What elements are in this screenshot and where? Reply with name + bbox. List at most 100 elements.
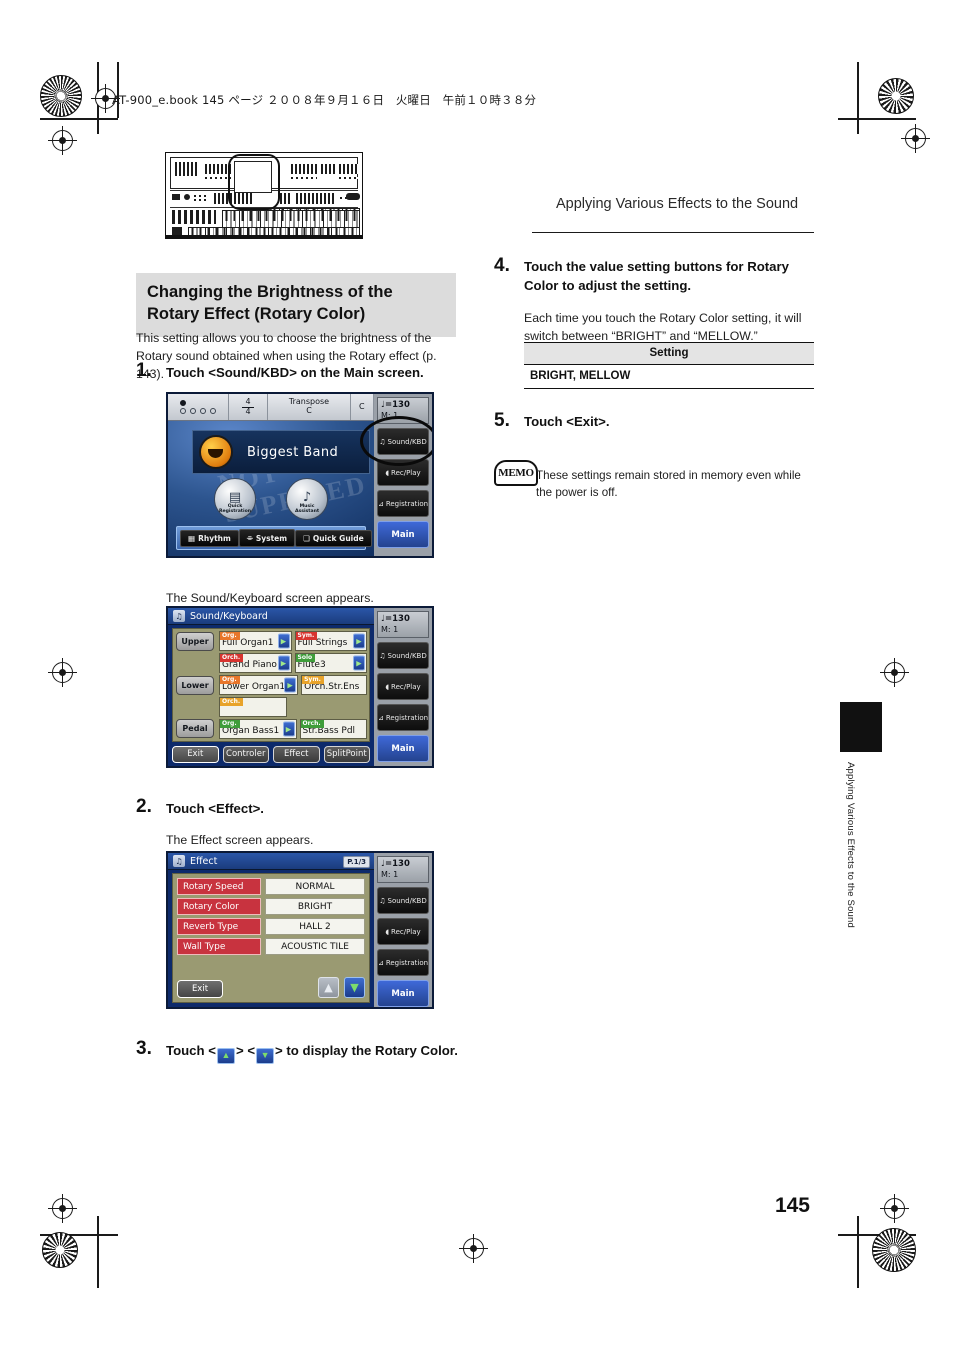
sk-exit-button[interactable]: Exit — [172, 745, 219, 763]
beat-indicator — [168, 394, 229, 420]
organ-display-highlight-ring — [228, 154, 280, 210]
effect-exit-button[interactable]: Exit — [177, 980, 223, 998]
crop-mark-top-left-h — [40, 118, 118, 120]
key-field[interactable]: C — [351, 394, 374, 420]
sound-keyboard-body: Upper Lower Pedal Org. Full Organ1 ▶ Sym… — [172, 628, 370, 742]
side-button-registration[interactable]: ⊿ Registration — [377, 490, 429, 517]
crop-mark-top-right-h — [838, 118, 916, 120]
tone-next-arrow-icon[interactable]: ▶ — [353, 655, 365, 671]
setting-table: Setting BRIGHT, MELLOW — [524, 342, 814, 389]
tone-cell[interactable]: Orch. Grand Piano ▶ — [219, 653, 292, 673]
tone-category: Org. — [220, 676, 240, 684]
tone-row: Org. Organ Bass1 ▶ Orch. Str.Bass Pdl — [219, 719, 367, 739]
tempo-value: ♩=130 — [381, 400, 410, 410]
tone-next-arrow-icon[interactable]: ▶ — [277, 655, 290, 671]
side-button-registration[interactable]: ⊿ Registration — [377, 949, 429, 976]
tone-cell[interactable]: Orch. Str.Bass Pdl — [299, 719, 367, 739]
effect-row-reverb-type: Reverb Type HALL 2 — [177, 918, 365, 935]
system-icon: ⌯ — [246, 533, 253, 542]
effect-parameter-list: Rotary Speed NORMAL Rotary Color BRIGHT … — [177, 878, 365, 955]
lcd-sound-keyboard-screen: ♫ Sound/Keyboard Upper Lower Pedal Org. … — [166, 606, 434, 768]
side-button-sound-kbd[interactable]: ♫ Sound/KBD — [377, 642, 429, 669]
part-button-pedal[interactable]: Pedal — [176, 719, 214, 738]
tone-category: Org. — [220, 720, 240, 728]
reg-crosshair-left-upper — [48, 126, 77, 155]
rotary-speed-value[interactable]: NORMAL — [265, 878, 365, 895]
part-button-lower[interactable]: Lower — [176, 675, 214, 695]
side-button-rec-play[interactable]: ◖ Rec/Play — [377, 918, 429, 945]
tone-cell[interactable]: Orch. — [219, 697, 287, 717]
registration-rosette-bottom-left — [42, 1232, 78, 1268]
effect-page-arrows: ▲ ▼ — [318, 977, 365, 998]
main-screen-canvas: NOT SUPPLIED 4 4 Transpose C C Big — [168, 394, 374, 556]
page-up-arrow-icon[interactable]: ▲ — [318, 977, 339, 998]
rec-play-icon: ◖ — [385, 927, 390, 936]
side-button-rec-play-label: Rec/Play — [391, 468, 421, 477]
tone-cell[interactable]: Sym. Full Strings ▶ — [294, 631, 367, 651]
inline-down-arrow-icon: ▼ — [256, 1047, 275, 1064]
tempo-display: ♩=130 M: 1 — [377, 611, 429, 638]
tempo-value: ♩=130 — [381, 859, 410, 869]
sk-controler-button[interactable]: Controler — [222, 745, 269, 763]
rhythm-button[interactable]: ▦ Rhythm — [180, 529, 239, 547]
tone-category: Solo — [295, 654, 316, 662]
tone-category: Orch. — [300, 720, 324, 728]
time-signature[interactable]: 4 4 — [229, 394, 268, 420]
tone-category: Orch. — [220, 698, 244, 706]
step-4-heading: Touch the value setting buttons for Rota… — [524, 259, 789, 293]
key-value: C — [359, 401, 365, 411]
side-button-registration[interactable]: ⊿ Registration — [377, 704, 429, 731]
side-button-rec-play[interactable]: ◖ Rec/Play — [377, 673, 429, 700]
effect-footer: Exit ▲ ▼ — [177, 977, 365, 998]
rhythm-icon: ▦ — [188, 533, 196, 543]
tempo-display: ♩=130 M: 1 — [377, 856, 429, 883]
song-character-icon — [199, 435, 233, 469]
music-assistant-button[interactable]: ♪ Music Assistant — [286, 478, 328, 520]
tone-cell[interactable]: Org. Full Organ1 ▶ — [219, 631, 292, 651]
quick-registration-button[interactable]: ▤ Quick Registration — [214, 478, 256, 520]
tone-next-arrow-icon[interactable]: ▶ — [282, 721, 295, 737]
side-button-rec-play-label: Rec/Play — [391, 682, 421, 691]
setting-table-row: BRIGHT, MELLOW — [524, 365, 814, 389]
step-4-body: Each time you touch the Rotary Color set… — [524, 311, 802, 344]
step-3-text-a: Touch < — [166, 1043, 216, 1058]
tone-cell[interactable]: Org. Lower Organ1 ▶ — [219, 675, 299, 695]
side-button-sound-kbd[interactable]: ♫ Sound/KBD — [377, 887, 429, 914]
side-button-sound-kbd[interactable]: ♫ Sound/KBD — [377, 428, 429, 455]
crop-mark-bottom-right-v — [857, 1216, 859, 1288]
memo-text: These settings remain stored in memory e… — [536, 468, 801, 499]
page-down-arrow-icon[interactable]: ▼ — [344, 977, 365, 998]
side-button-main[interactable]: Main — [377, 735, 429, 762]
page-indicator: P.1/3 — [343, 856, 370, 868]
transpose-value: C — [306, 406, 312, 415]
running-head: Applying Various Effects to the Sound — [556, 196, 799, 212]
rotary-color-value[interactable]: BRIGHT — [265, 898, 365, 915]
transpose-field[interactable]: Transpose C — [268, 394, 351, 420]
step-3-number: 3. — [136, 1038, 152, 1059]
tempo-value: ♩=130 — [381, 614, 410, 624]
lcd-main-screen: NOT SUPPLIED 4 4 Transpose C C Big — [166, 392, 434, 558]
sound-kbd-icon: ♫ — [379, 651, 386, 660]
side-button-main[interactable]: Main — [377, 980, 429, 1007]
sk-effect-button[interactable]: Effect — [273, 745, 320, 763]
song-banner[interactable]: Biggest Band — [192, 430, 370, 474]
side-button-main[interactable]: Main — [377, 521, 429, 548]
tone-cell[interactable]: Solo Flute3 ▶ — [294, 653, 367, 673]
tone-cell[interactable]: Sym. Orch.Str.Ens — [301, 675, 367, 695]
part-button-upper[interactable]: Upper — [176, 632, 214, 651]
side-button-rec-play[interactable]: ◖ Rec/Play — [377, 459, 429, 486]
setting-table-header: Setting — [524, 342, 814, 365]
system-button[interactable]: ⌯ System — [238, 529, 296, 547]
step-4-number: 4. — [494, 255, 510, 276]
tone-next-arrow-icon[interactable]: ▶ — [353, 633, 365, 649]
sk-splitpoint-button[interactable]: SplitPoint — [323, 745, 370, 763]
side-button-registration-label: Registration — [385, 713, 429, 722]
wall-type-value[interactable]: ACOUSTIC TILE — [265, 938, 365, 955]
quick-guide-button[interactable]: ❏ Quick Guide — [295, 529, 372, 547]
tone-cell[interactable]: Org. Organ Bass1 ▶ — [219, 719, 297, 739]
reverb-type-value[interactable]: HALL 2 — [265, 918, 365, 935]
reg-crosshair-bottom-left — [48, 1194, 77, 1223]
tone-next-arrow-icon[interactable]: ▶ — [277, 633, 290, 649]
tone-next-arrow-icon[interactable]: ▶ — [284, 677, 297, 693]
sound-keyboard-tab-bar: Exit Controler Effect SplitPoint — [172, 745, 370, 763]
